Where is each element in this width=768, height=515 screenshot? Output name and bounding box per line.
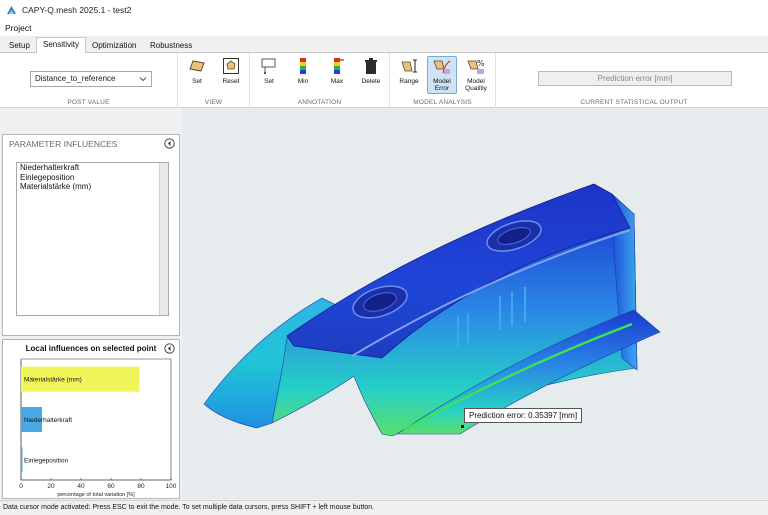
tab-sensitivity[interactable]: Sensitivity [36,37,87,54]
data-cursor-tooltip: Prediction error: 0.35397 [mm] [464,408,583,423]
group-label-post-value: POST VALUE [67,99,110,106]
annotation-max-button[interactable]: Max [322,57,352,85]
group-label-annotation: ANNOTATION [297,99,342,106]
model-error-icon [433,60,451,74]
parameter-list[interactable]: Niederhalterkraft Einlegeposition Materi… [16,162,169,316]
bar [21,447,23,473]
chevron-down-icon [139,77,147,82]
annotation-set-icon [261,58,276,75]
local-influences-panel: Local influences on selected point Mater… [2,339,180,499]
x-axis-label: percentage of total variation [%] [57,492,135,498]
model-error-label-2: Error [434,85,450,92]
group-statistical-output: Prediction error [mm] CURRENT STATISTICA… [500,53,768,108]
annotation-min-label: Min [297,78,309,85]
annotation-set-label: Set [264,78,274,85]
range-button[interactable]: Range [394,57,424,85]
list-item[interactable]: Materialstärke (mm) [17,182,168,192]
bar-category-label: Niederhalterkraft [24,417,72,424]
view-reset-label: Reset [222,78,240,85]
model-quality-label-1: Model [467,78,485,85]
list-item[interactable]: Einlegeposition [17,173,168,183]
group-model-analysis: Range Model Error % Model Qualitiy MODEL… [390,53,496,108]
group-label-view: VIEW [204,99,223,106]
app-logo-icon [7,5,16,14]
x-tick-label: 20 [47,483,55,490]
model-quality-button[interactable]: % Model Qualitiy [461,57,491,92]
statistical-output-field: Prediction error [mm] [538,71,732,86]
x-tick-label: 100 [166,483,177,490]
annotation-max-label: Max [330,78,344,85]
bar-category-label: Einlegeposition [24,457,68,464]
model-quality-icon: % [467,59,485,74]
group-annotation: Set Min Max Delete ANNOTATION [250,53,390,108]
parameter-influences-panel: PARAMETER INFLUENCES Niederhalterkraft E… [2,134,180,336]
range-icon [401,59,417,73]
title-bar: CAPY-Q.mesh 2025.1 - test2 [0,0,768,20]
group-post-value: Distance_to_reference POST VALUE [0,53,178,108]
view-reset-icon [223,58,239,74]
view-set-button[interactable]: Set [182,57,212,85]
tab-setup[interactable]: Setup [3,39,36,53]
group-label-statistical-output: CURRENT STATISTICAL OUTPUT [580,99,688,106]
max-colorbar-icon [334,58,344,74]
3d-viewport[interactable]: Prediction error: 0.35397 [mm] [182,108,768,499]
status-bar: Data cursor mode activated: Press ESC to… [0,500,768,515]
window-title: CAPY-Q.mesh 2025.1 - test2 [22,5,132,15]
post-value-selected: Distance_to_reference [35,74,116,83]
x-tick-label: 60 [107,483,115,490]
ribbon: Distance_to_reference POST VALUE Set Res… [0,53,768,108]
x-tick-label: 0 [19,483,23,490]
annotation-set-button[interactable]: Set [254,57,284,85]
annotation-delete-label: Delete [361,78,381,85]
list-item[interactable]: Niederhalterkraft [17,163,168,173]
svg-text:%: % [477,59,485,68]
model-error-label-1: Model [433,78,451,85]
parameter-influences-title: PARAMETER INFLUENCES [9,139,118,149]
tab-robustness[interactable]: Robustness [144,39,198,53]
group-label-model-analysis: MODEL ANALYSIS [413,99,472,106]
group-view: Set Reset VIEW [178,53,250,108]
chart-title: Local influences on selected point [25,344,157,353]
post-value-dropdown[interactable]: Distance_to_reference [30,71,152,87]
mesh-render[interactable] [182,108,768,499]
model-error-button[interactable]: Model Error [427,56,457,94]
x-tick-label: 40 [77,483,85,490]
tab-optimization[interactable]: Optimization [86,39,142,53]
x-tick-label: 80 [137,483,145,490]
collapse-icon[interactable] [164,343,175,354]
list-scrollbar[interactable] [159,163,168,315]
menu-bar: Project [0,20,768,36]
view-reset-button[interactable]: Reset [216,57,246,85]
menu-project[interactable]: Project [5,23,31,33]
bar-category-label: Materialstärke (mm) [24,377,82,384]
view-set-label: Set [192,78,202,85]
view-set-icon [189,60,205,72]
tab-bar: Setup Sensitivity Optimization Robustnes… [0,37,768,54]
model-quality-label-2: Qualitiy [465,85,487,92]
local-influences-chart: Materialstärke (mm) Niederhalterkraft Einl… [19,358,177,498]
trash-icon [365,58,377,74]
min-colorbar-icon [300,58,306,74]
range-label: Range [399,78,419,85]
collapse-icon[interactable] [164,138,175,149]
annotation-min-button[interactable]: Min [288,57,318,85]
annotation-delete-button[interactable]: Delete [356,57,386,85]
